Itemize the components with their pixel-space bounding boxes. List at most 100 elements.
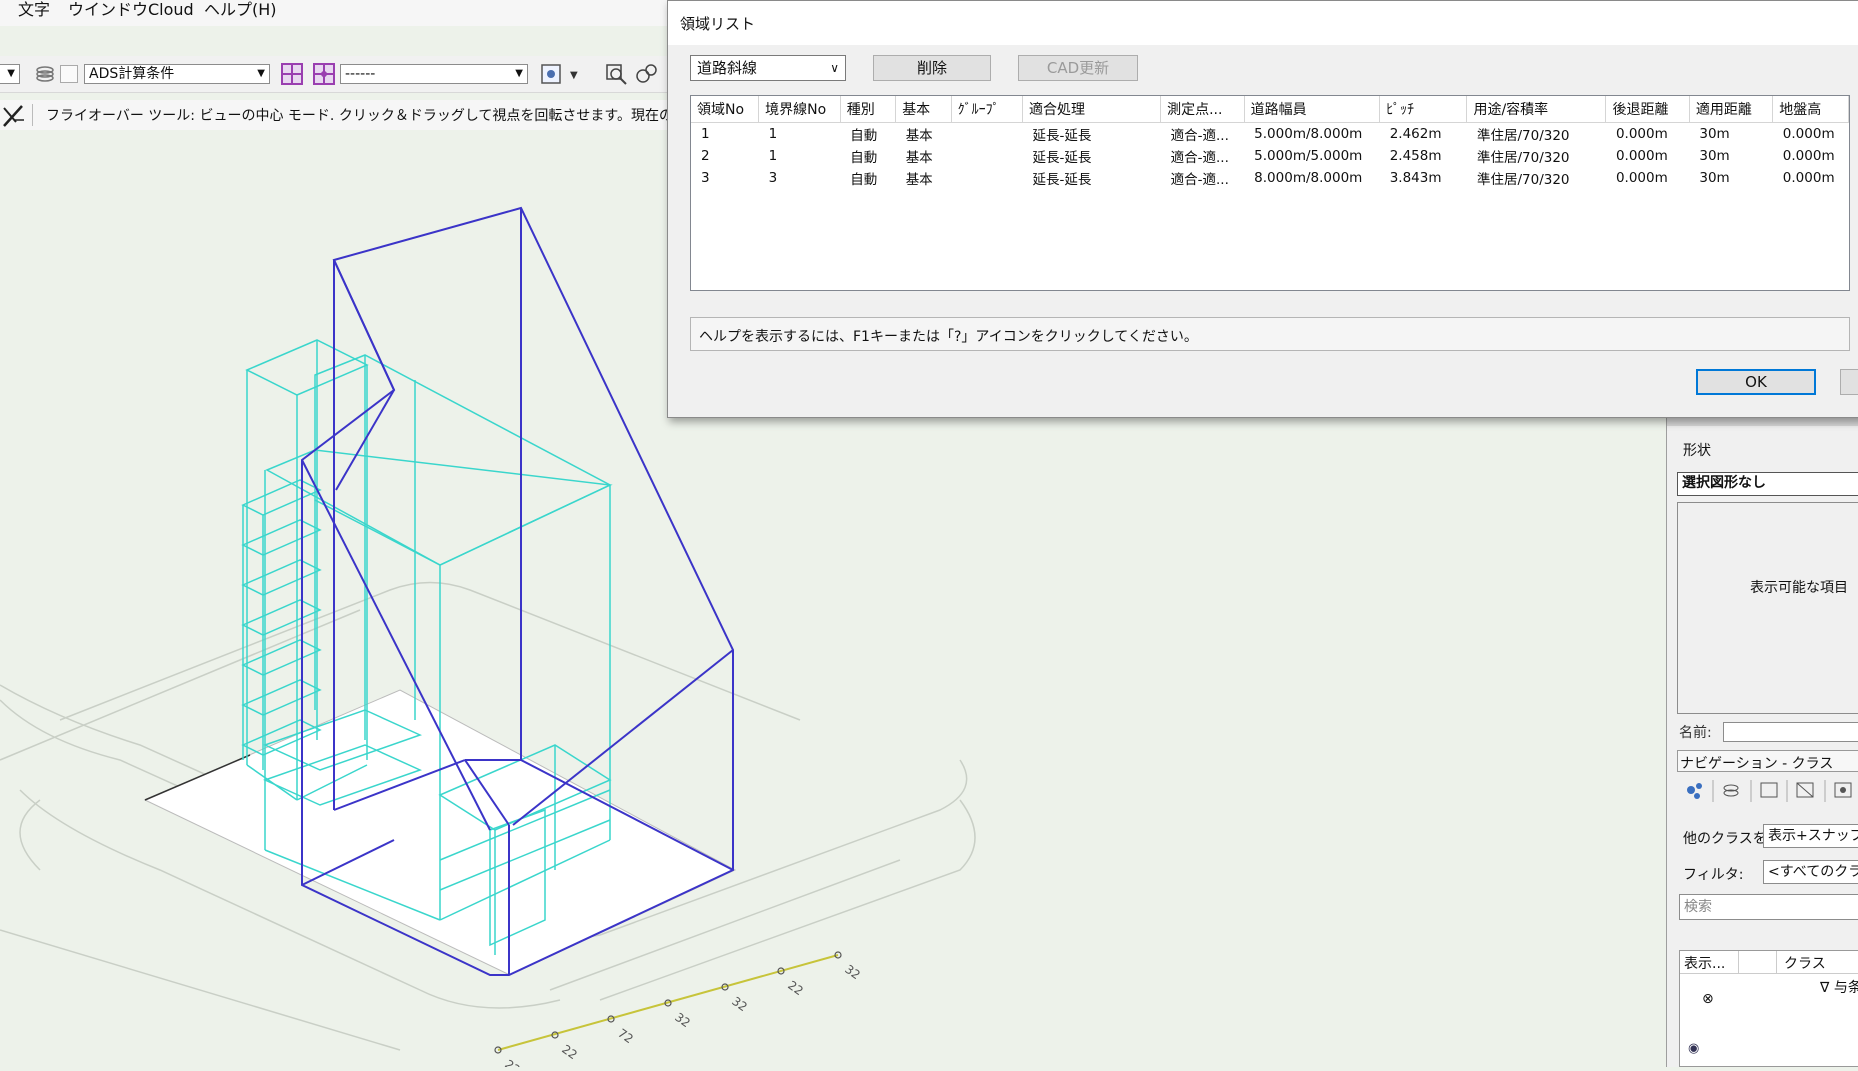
scale-label: 22 xyxy=(559,1042,580,1062)
cell: 延長-延長 xyxy=(1032,150,1092,166)
col-region-no[interactable]: 領域No xyxy=(691,96,760,123)
cell: 2.458m xyxy=(1389,148,1442,164)
shape-selector[interactable]: 選択図形なし xyxy=(1677,472,1858,496)
cell: 準住居/70/320 xyxy=(1476,172,1570,188)
nav-class-header: ナビゲーション - クラス xyxy=(1677,750,1858,772)
cancel-button[interactable] xyxy=(1840,369,1858,395)
cell: 適合-適... xyxy=(1170,128,1229,144)
col-boundary-no[interactable]: 境界線No xyxy=(758,96,841,123)
class-search-input[interactable]: 検索 xyxy=(1679,894,1858,920)
ads-condition-dropdown[interactable]: ADS計算条件 ▼ xyxy=(84,64,270,84)
col-measure-point[interactable]: 測定点... xyxy=(1160,96,1245,123)
status-divider xyxy=(32,104,33,126)
nav-title: ナビゲーション - クラス xyxy=(1680,756,1834,772)
render-mode-icon[interactable]: ▼ xyxy=(540,62,586,86)
class-list: 表示... クラス ∇ 与条 ⊗ ◉ xyxy=(1679,950,1858,1067)
col-fit-process[interactable]: 適合処理 xyxy=(1022,96,1162,123)
cell: 0.000m xyxy=(1615,170,1668,186)
class-dropdown-value: ------ xyxy=(345,66,376,82)
ads-condition-value: ADS計算条件 xyxy=(89,66,175,82)
zoom-icon[interactable] xyxy=(604,62,628,86)
other-class-label: 他のクラスを: xyxy=(1683,831,1772,847)
cell: 30m xyxy=(1699,148,1730,164)
layer-dropdown[interactable]: ▼ xyxy=(0,64,20,84)
delete-button[interactable]: 削除 xyxy=(873,55,991,81)
cell: 自動 xyxy=(850,128,878,144)
table-header: 領域No 境界線No 種別 基本 ｸﾞﾙｰﾌﾟ 適合処理 測定点... 道路幅員… xyxy=(691,96,1849,123)
grid-edit-icon[interactable] xyxy=(312,62,336,86)
menu-help[interactable]: ヘルプ(H) xyxy=(204,0,277,20)
scale-label: 32 xyxy=(672,1010,693,1030)
layers-icon[interactable] xyxy=(33,62,57,86)
filter-label: フィルタ: xyxy=(1683,867,1744,883)
col-use-ratio[interactable]: 用途/容積率 xyxy=(1466,96,1607,123)
scale-label: 32 xyxy=(842,962,863,982)
grid-view-icon[interactable] xyxy=(280,62,304,86)
cell: 基本 xyxy=(905,128,933,144)
filter-dropdown[interactable]: <すべてのクラス xyxy=(1763,860,1858,884)
cell: 延長-延長 xyxy=(1032,172,1092,188)
cell: 1 xyxy=(701,126,710,142)
other-class-dropdown[interactable]: 表示+スナップ xyxy=(1763,824,1858,848)
class-tab-icon xyxy=(1687,783,1702,799)
col-pitch[interactable]: ﾋﾟｯﾁ xyxy=(1379,96,1468,123)
flyover-tool-icon xyxy=(2,102,26,132)
shape-label: 形状 xyxy=(1683,443,1711,459)
table-row[interactable]: 3 3 自動 基本 延長-延長 適合-適... 8.000m/8.000m 3.… xyxy=(691,167,1849,189)
cell: 5.000m/8.000m xyxy=(1254,126,1363,142)
col-basic[interactable]: 基本 xyxy=(895,96,952,123)
class-tree-item[interactable]: ∇ 与条 xyxy=(1820,977,1858,997)
visible-eye-icon[interactable]: ◉ xyxy=(1688,1041,1699,1056)
table-row[interactable]: 2 1 自動 基本 延長-延長 適合-適... 5.000m/5.000m 2.… xyxy=(691,145,1849,167)
cell xyxy=(951,167,1022,189)
col-setback[interactable]: 後退距離 xyxy=(1605,96,1690,123)
view-tab-icon xyxy=(1834,782,1852,798)
menu-cloud[interactable]: Cloud xyxy=(148,0,194,20)
cell: 0.000m xyxy=(1782,126,1835,142)
cell: 1 xyxy=(768,126,778,142)
tool-status-text: フライオーバー ツール: ビューの中心 モード. クリック＆ドラッグして視点を回… xyxy=(46,108,758,124)
col-display[interactable]: 表示... xyxy=(1684,953,1725,973)
cell xyxy=(951,123,1022,146)
col-apply-distance[interactable]: 適用距離 xyxy=(1689,96,1774,123)
svg-text:▼: ▼ xyxy=(570,70,578,81)
ok-button[interactable]: OK xyxy=(1696,369,1816,395)
flyover-icon[interactable] xyxy=(634,62,658,86)
region-type-combo[interactable]: 道路斜線 ∨ xyxy=(690,55,846,81)
menu-text[interactable]: 文字 xyxy=(18,0,50,20)
cad-update-button[interactable]: CAD更新 xyxy=(1018,55,1138,81)
col-road-width[interactable]: 道路幅員 xyxy=(1244,96,1381,123)
region-list-table[interactable]: 領域No 境界線No 種別 基本 ｸﾞﾙｰﾌﾟ 適合処理 測定点... 道路幅員… xyxy=(690,95,1850,291)
properties-area: 表示可能な項目 xyxy=(1677,502,1858,714)
cell: 基本 xyxy=(905,150,933,166)
cell: 延長-延長 xyxy=(1032,128,1092,144)
panel-header-strip xyxy=(1667,418,1858,426)
visibility-mixed-icon[interactable]: ⊗ xyxy=(1702,991,1714,1007)
cell: 準住居/70/320 xyxy=(1476,128,1570,144)
menu-window[interactable]: ウインドウ xyxy=(68,0,148,20)
viewport-tab-icon xyxy=(1796,782,1814,798)
cell: 0.000m xyxy=(1782,170,1835,186)
dialog-title: 領域リスト xyxy=(680,15,756,33)
col-kind[interactable]: 種別 xyxy=(840,96,897,123)
blank-icon[interactable] xyxy=(60,65,78,83)
cell: 適合-適... xyxy=(1170,172,1229,188)
cell: 30m xyxy=(1699,126,1730,142)
scale-labels: 22 22 72 32 32 22 32 xyxy=(502,962,863,1071)
cell: 基本 xyxy=(905,172,933,188)
nav-tab-icons xyxy=(1679,778,1858,806)
table-row[interactable]: 1 1 自動 基本 延長-延長 適合-適... 5.000m/8.000m 2.… xyxy=(691,123,1849,146)
scale-label: 72 xyxy=(615,1026,636,1046)
name-field[interactable] xyxy=(1723,722,1858,742)
class-dropdown[interactable]: ------ ▼ xyxy=(340,64,528,84)
cell: 3 xyxy=(768,170,778,186)
col-class[interactable]: クラス xyxy=(1784,953,1826,973)
cell: 1 xyxy=(768,148,778,164)
cell: 2.462m xyxy=(1389,126,1442,142)
dialog-titlebar: 領域リスト xyxy=(668,1,1858,45)
scale-label: 22 xyxy=(502,1057,523,1067)
col-group[interactable]: ｸﾞﾙｰﾌﾟ xyxy=(951,96,1024,123)
col-ground-height[interactable]: 地盤高 xyxy=(1772,96,1849,123)
cell: 5.000m/5.000m xyxy=(1254,148,1363,164)
layers-tab-icon xyxy=(1723,784,1739,797)
